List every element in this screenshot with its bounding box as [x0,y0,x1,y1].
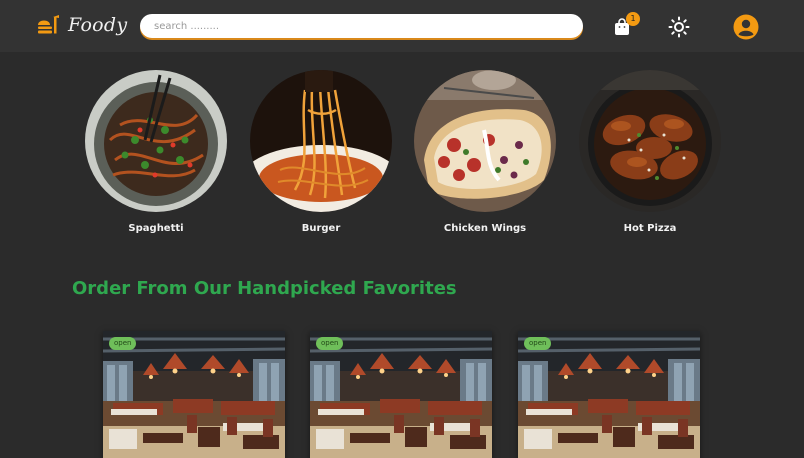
category-image [579,70,721,212]
restaurant-card[interactable]: open [310,331,492,458]
category-label: Chicken Wings [443,223,527,234]
brand-logo[interactable]: Foody [36,13,127,37]
cart-count-badge: 1 [626,12,640,26]
restaurant-image [310,331,492,458]
status-badge: open [524,337,552,350]
category-label: Burger [301,223,341,234]
restaurant-card[interactable]: open [103,331,285,458]
category-image [414,70,556,212]
cart-button[interactable]: 1 [613,12,640,38]
user-circle-icon [733,14,759,40]
restaurant-image [518,331,700,458]
category-image [85,70,227,212]
profile-button[interactable] [733,14,759,40]
category-item-spaghetti[interactable]: Spaghetti [85,70,227,234]
status-badge: open [109,337,137,350]
brand-name: Foody [68,14,128,36]
restaurant-card[interactable]: open [518,331,700,458]
category-list: Spaghetti Burger Chicken Wings Hot Pizza [0,70,804,245]
theme-toggle-button[interactable] [668,16,690,38]
status-badge: open [316,337,344,350]
restaurant-image [103,331,285,458]
category-label: Spaghetti [128,223,184,234]
category-item-chicken-wings[interactable]: Chicken Wings [414,70,556,234]
category-label: Hot Pizza [623,223,677,234]
favorites-heading: Order From Our Handpicked Favorites [72,278,457,299]
restaurant-list: open open open [0,331,804,458]
search-input[interactable] [140,14,583,38]
category-item-hot-pizza[interactable]: Hot Pizza [579,70,721,234]
category-image [250,70,392,212]
burger-stack-icon [38,15,59,34]
category-item-burger[interactable]: Burger [250,70,392,234]
sun-icon [668,16,690,38]
top-navbar: Foody 1 [0,0,804,52]
